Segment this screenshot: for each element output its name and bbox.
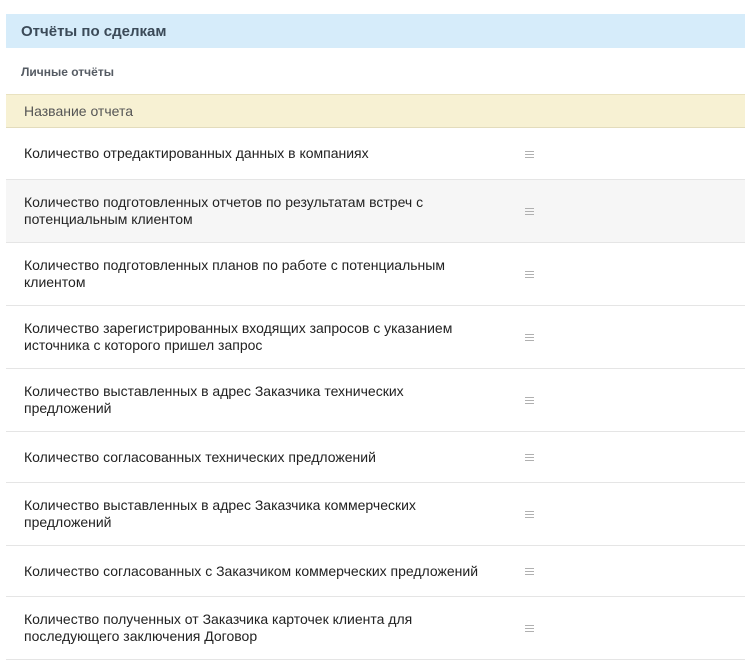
report-name[interactable]: Количество отредактированных данных в ко… <box>24 145 494 162</box>
panel-header: Отчёты по сделкам <box>6 14 745 48</box>
report-row[interactable]: Количество подготовленных отчетов по рез… <box>6 180 745 243</box>
report-name[interactable]: Количество согласованных технических пре… <box>24 449 494 466</box>
report-row[interactable]: Количество полученных от Заказчика карто… <box>6 597 745 660</box>
column-header-name: Название отчета <box>24 103 133 119</box>
report-row[interactable]: Количество отредактированных данных в ко… <box>6 128 745 180</box>
report-name[interactable]: Количество выставленных в адрес Заказчик… <box>24 383 494 417</box>
report-row[interactable]: Количество подготовленных планов по рабо… <box>6 243 745 306</box>
report-row[interactable]: Количество зарегистрированных входящих з… <box>6 306 745 369</box>
section-label: Личные отчёты <box>21 65 114 79</box>
report-name[interactable]: Количество зарегистрированных входящих з… <box>24 320 494 354</box>
reports-table: Название отчета Количество отредактирова… <box>6 94 745 660</box>
list-icon[interactable] <box>525 624 535 633</box>
list-icon[interactable] <box>525 333 535 342</box>
column-header: Название отчета <box>6 94 745 128</box>
list-icon[interactable] <box>525 396 535 405</box>
report-name[interactable]: Количество подготовленных отчетов по рез… <box>24 194 494 228</box>
list-icon[interactable] <box>525 567 535 576</box>
list-icon[interactable] <box>525 510 535 519</box>
report-row[interactable]: Количество выставленных в адрес Заказчик… <box>6 483 745 546</box>
report-name[interactable]: Количество согласованных с Заказчиком ко… <box>24 563 494 580</box>
list-icon[interactable] <box>525 150 535 159</box>
report-name[interactable]: Количество выставленных в адрес Заказчик… <box>24 497 494 531</box>
report-row[interactable]: Количество выставленных в адрес Заказчик… <box>6 369 745 432</box>
report-name[interactable]: Количество подготовленных планов по рабо… <box>24 257 494 291</box>
list-icon[interactable] <box>525 453 535 462</box>
list-icon[interactable] <box>525 207 535 216</box>
report-row[interactable]: Количество согласованных с Заказчиком ко… <box>6 546 745 597</box>
report-row[interactable]: Количество согласованных технических пре… <box>6 432 745 483</box>
report-name[interactable]: Количество полученных от Заказчика карто… <box>24 611 494 645</box>
page-title: Отчёты по сделкам <box>21 22 167 40</box>
list-icon[interactable] <box>525 270 535 279</box>
